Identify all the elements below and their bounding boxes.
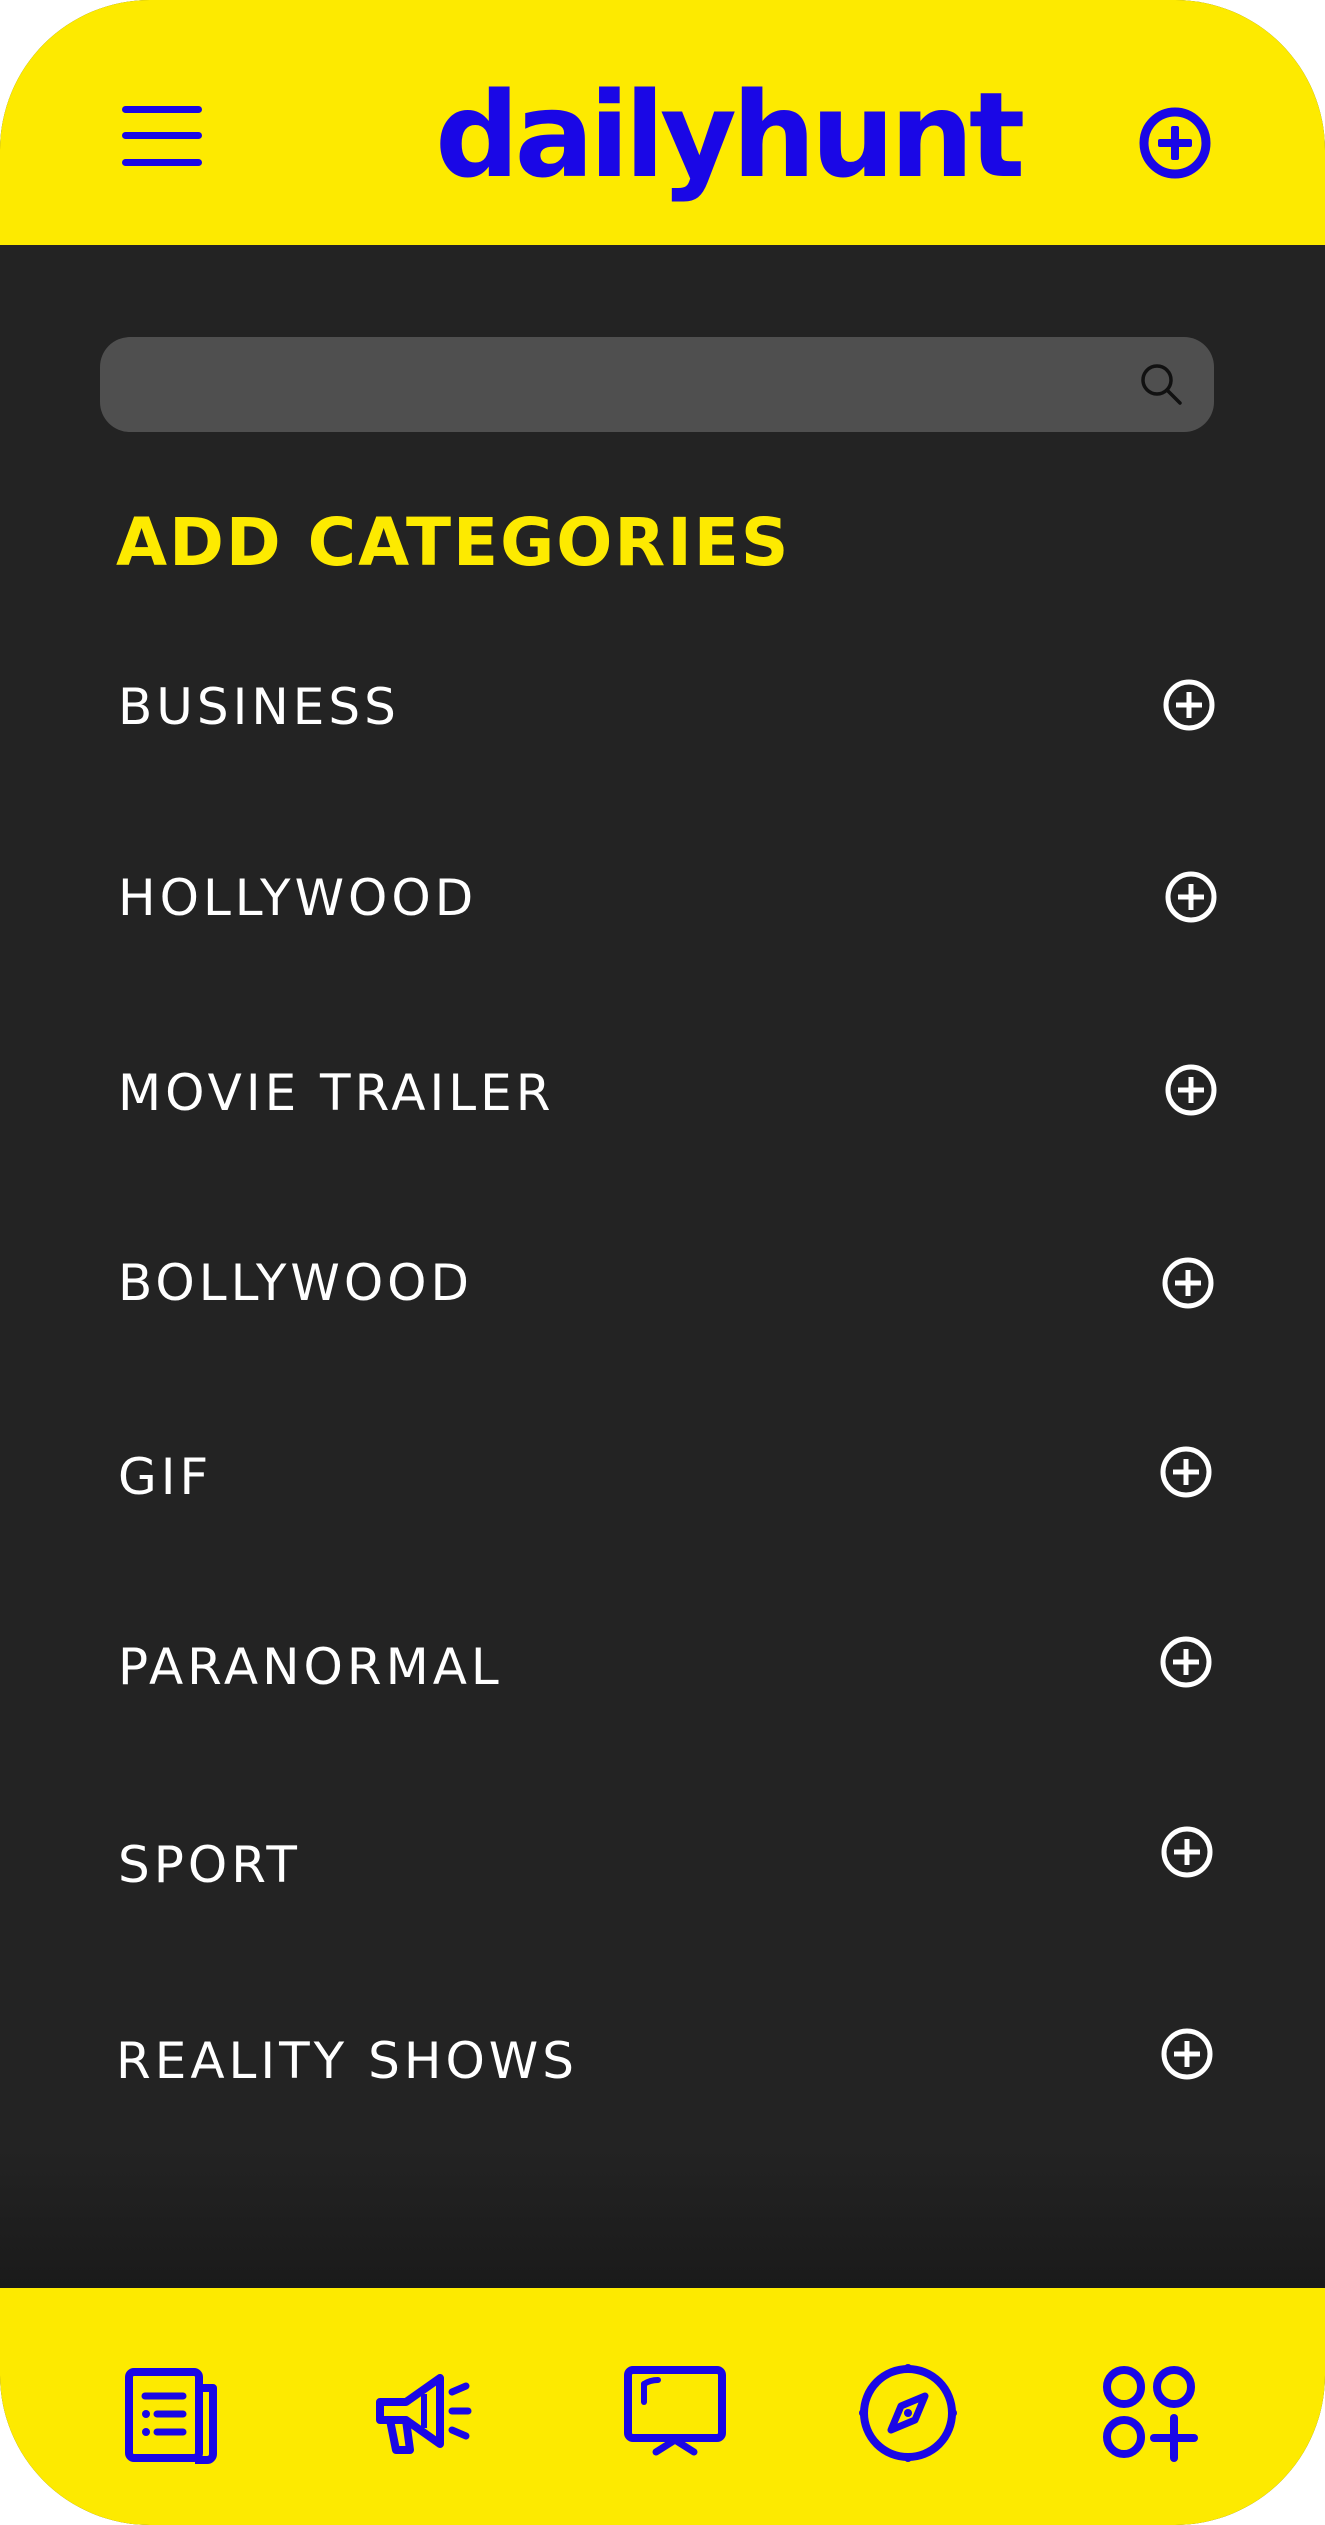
category-item-hollywood[interactable]: HOLLYWOOD [116, 853, 1218, 943]
add-category-button[interactable] [1159, 1635, 1213, 1689]
add-category-button[interactable] [1162, 678, 1216, 732]
add-button[interactable] [1138, 106, 1212, 180]
search-bar [100, 337, 1214, 434]
category-label: BUSINESS [118, 678, 400, 736]
hamburger-menu-icon [122, 106, 202, 166]
add-category-button[interactable] [1161, 1256, 1215, 1310]
plus-circle-icon [1161, 1826, 1213, 1878]
category-item-sport[interactable]: SPORT [116, 1820, 1216, 1910]
category-label: HOLLYWOOD [118, 869, 478, 927]
nav-explore[interactable] [853, 2358, 963, 2468]
search-icon [1141, 364, 1182, 405]
add-category-button[interactable] [1164, 1063, 1218, 1117]
add-category-button[interactable] [1160, 2027, 1214, 2081]
tv-icon [624, 2366, 726, 2456]
menu-button[interactable] [118, 102, 206, 170]
plus-circle-icon [1163, 679, 1215, 731]
category-label: MOVIE TRAILER [118, 1064, 555, 1122]
search-button[interactable] [1136, 359, 1186, 409]
newspaper-icon [125, 2368, 217, 2464]
top-bar: dailyhunt [0, 0, 1325, 245]
megaphone-icon [376, 2374, 472, 2454]
plus-circle-icon [1160, 1636, 1212, 1688]
plus-circle-icon [1165, 871, 1217, 923]
nav-more-apps[interactable] [1095, 2358, 1205, 2468]
category-item-gif[interactable]: GIF [116, 1432, 1216, 1522]
category-label: BOLLYWOOD [118, 1254, 474, 1312]
dailyhunt-logo[interactable]: dailyhunt [435, 66, 1025, 204]
add-apps-icon [1103, 2366, 1198, 2462]
category-item-paranormal[interactable]: PARANORMAL [116, 1622, 1216, 1712]
nav-news[interactable] [115, 2358, 225, 2468]
nav-tv[interactable] [620, 2358, 730, 2468]
plus-circle-icon [1139, 107, 1211, 179]
compass-icon [859, 2364, 957, 2462]
category-item-reality-shows[interactable]: REALITY SHOWS [116, 2016, 1216, 2106]
add-category-button[interactable] [1164, 870, 1218, 924]
bottom-nav [0, 2288, 1325, 2525]
add-category-button[interactable] [1159, 1445, 1213, 1499]
plus-circle-icon [1162, 1257, 1214, 1309]
logo-text: dailyhunt [435, 66, 1025, 204]
category-label: SPORT [118, 1836, 301, 1894]
plus-circle-icon [1160, 1446, 1212, 1498]
category-label: GIF [118, 1448, 213, 1506]
plus-circle-icon [1161, 2028, 1213, 2080]
search-input[interactable] [130, 337, 1134, 434]
add-category-button[interactable] [1160, 1825, 1214, 1879]
app-screen: dailyhunt ADD CATEGORIES BUSINESS HOLLYW… [0, 0, 1325, 2525]
category-label: REALITY SHOWS [116, 2032, 578, 2090]
nav-announcements[interactable] [368, 2358, 478, 2468]
category-item-movie-trailer[interactable]: MOVIE TRAILER [116, 1048, 1218, 1138]
category-label: PARANORMAL [118, 1638, 503, 1696]
page-title: ADD CATEGORIES [116, 504, 791, 581]
category-item-business[interactable]: BUSINESS [116, 662, 1216, 752]
plus-circle-icon [1165, 1064, 1217, 1116]
list-bottom-fade [0, 2150, 1325, 2290]
category-item-bollywood[interactable]: BOLLYWOOD [116, 1238, 1216, 1328]
